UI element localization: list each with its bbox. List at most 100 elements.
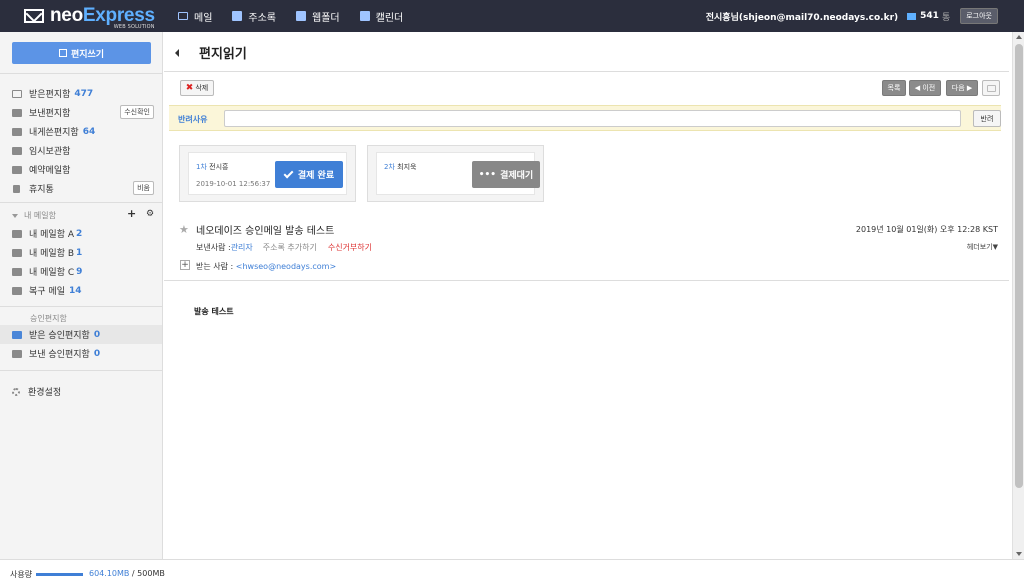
folder-icon <box>12 229 22 238</box>
sidebar-item-mybox-b[interactable]: 내 메일함 B 1 <box>0 243 162 262</box>
folder-count: 2 <box>76 228 83 239</box>
reject-reason-label: 반려사유 <box>178 115 208 124</box>
star-icon[interactable]: ★ <box>179 223 189 236</box>
mail-date: 2019년 10월 01일(화) 오후 12:28 KST <box>855 225 998 234</box>
logo-sub: WEB SOLUTION <box>113 24 155 30</box>
approval-section-title: 승인편지함 <box>30 314 67 323</box>
collapse-sidebar-icon[interactable] <box>175 49 179 57</box>
my-mailbox-header[interactable]: 내 메일함 <box>12 210 56 221</box>
folder-count: 1 <box>76 247 83 258</box>
header-view-toggle[interactable]: 헤더보기▼ <box>967 242 998 252</box>
sidebar-item-recovered[interactable]: 복구 메일 14 <box>0 281 162 300</box>
sidebar-item-approval-sent[interactable]: 보낸 승인편지함 0 <box>0 344 162 363</box>
usage-label: 사용량 <box>10 570 33 579</box>
page-title: 편지읽기 <box>199 47 247 62</box>
usage-total: / 500MB <box>129 569 165 578</box>
gear-icon[interactable]: ⚙ <box>146 209 154 219</box>
sidebar-item-approval-inbox[interactable]: 받은 승인편지함 0 <box>0 325 162 344</box>
topnav-label: 웹폴더 <box>312 12 340 24</box>
sender-label: 보낸사람 : <box>196 243 231 252</box>
sender-name[interactable]: 관리자 <box>231 242 253 253</box>
folder-icon <box>12 286 22 295</box>
usage-bar <box>36 573 83 576</box>
scroll-thumb[interactable] <box>1015 44 1023 488</box>
sidebar-item-drafts[interactable]: 임시보관함 <box>0 141 162 160</box>
approval-wait-button[interactable]: ••• 결제대기 <box>472 161 540 188</box>
divider <box>164 280 1009 281</box>
folder-icon <box>12 349 22 358</box>
sender-line: 보낸사람 : 관리자 주소록 추가하기 수신거부하기 <box>196 242 372 253</box>
logo-accent: Express <box>82 5 155 26</box>
divider <box>0 202 163 203</box>
scroll-down-icon[interactable] <box>1016 552 1022 556</box>
folder-count: 9 <box>76 266 83 277</box>
divider <box>0 73 163 74</box>
usage-used: 604.10MB <box>89 569 130 578</box>
delete-x-icon: ✖ <box>185 83 194 93</box>
read-receipt-button[interactable]: 수신확인 <box>120 105 154 119</box>
delete-button[interactable]: ✖ 삭제 <box>180 80 214 96</box>
scroll-up-icon[interactable] <box>1016 35 1022 39</box>
divider <box>0 306 163 307</box>
next-button[interactable]: 다음 ▶ <box>946 80 978 96</box>
recipient-line: 받는 사람 : <hwseo@neodays.com> <box>196 261 336 272</box>
folder-count: 477 <box>74 88 94 99</box>
approval-date: 2019-10-01 12:56:37 <box>196 180 271 188</box>
top-nav: 메일 주소록 웹폴더 캘린더 <box>178 0 423 32</box>
empty-trash-button[interactable]: 비움 <box>133 181 154 195</box>
mail-subject: 네오데이즈 승인메일 발송 테스트 <box>196 226 335 237</box>
topnav-webfolder[interactable]: 웹폴더 <box>296 0 340 32</box>
recipient-address[interactable]: <hwseo@neodays.com> <box>236 262 336 271</box>
envelope-icon <box>12 89 22 98</box>
sidebar-item-inbox[interactable]: 받은편지함 477 <box>0 84 162 103</box>
logout-button[interactable]: 로그아웃 <box>960 8 998 24</box>
app-logo[interactable]: neoExpress WEB SOLUTION <box>24 5 155 30</box>
compose-button[interactable]: 편지쓰기 <box>12 42 151 64</box>
prev-button[interactable]: ◀ 이전 <box>909 80 941 96</box>
footer: 사용량 604.10MB / 500MB <box>0 559 1024 587</box>
sidebar-item-settings[interactable]: 환경설정 <box>0 382 162 401</box>
topnav-label: 메일 <box>194 12 213 24</box>
calendar-icon <box>359 11 370 21</box>
sidebar-item-mybox-c[interactable]: 내 메일함 C 9 <box>0 262 162 281</box>
topnav-calendar[interactable]: 캘린더 <box>359 0 403 32</box>
usage-bar-fill <box>36 573 83 576</box>
user-name[interactable]: 전시흥님(shjeon@mail70.neodays.co.kr) <box>706 10 898 23</box>
mail-count[interactable]: 541 <box>920 11 939 21</box>
dots-icon: ••• <box>478 169 497 180</box>
settings-gear-icon <box>12 387 20 396</box>
top-bar: neoExpress WEB SOLUTION 메일 주소록 웹폴더 캘린더 전… <box>0 0 1024 32</box>
folder-count: 0 <box>93 348 101 359</box>
logo-envelope-icon <box>24 9 44 23</box>
approval-done-button[interactable]: 결제 완료 <box>275 161 343 188</box>
print-button[interactable] <box>982 80 1000 96</box>
divider <box>0 370 163 371</box>
folder-icon <box>12 127 22 136</box>
list-button[interactable]: 목록 <box>882 80 906 96</box>
folder-count: 14 <box>68 285 82 296</box>
vertical-scrollbar[interactable] <box>1012 32 1024 559</box>
folder-icon <box>12 146 22 155</box>
topnav-mail[interactable]: 메일 <box>178 0 212 32</box>
chevron-down-icon <box>12 213 18 218</box>
sidebar: 편지쓰기 받은편지함 477 보낸편지함 수신확인 내게쓴편지함 64 임시보관… <box>0 32 163 559</box>
add-folder-icon[interactable]: + <box>127 207 136 220</box>
trash-icon <box>13 184 20 193</box>
usage-text: 604.10MB / 500MB <box>89 569 165 578</box>
sidebar-item-scheduled[interactable]: 예약메일함 <box>0 160 162 179</box>
block-sender-link[interactable]: 수신거부하기 <box>328 242 372 253</box>
reject-button[interactable]: 반려 <box>973 110 1001 127</box>
topnav-address-book[interactable]: 주소록 <box>232 0 276 32</box>
folder-icon <box>12 267 22 276</box>
expand-recipients-icon[interactable]: + <box>180 260 190 270</box>
pen-icon <box>58 49 67 57</box>
folder-open-icon <box>12 330 22 339</box>
add-contact-link[interactable]: 주소록 추가하기 <box>263 242 317 253</box>
reject-reason-input[interactable] <box>224 110 961 127</box>
recipient-label: 받는 사람 : <box>196 262 236 271</box>
sidebar-item-mybox-a[interactable]: 내 메일함 A 2 <box>0 224 162 243</box>
sidebar-item-self[interactable]: 내게쓴편지함 64 <box>0 122 162 141</box>
mail-body: 발송 테스트 <box>194 307 234 316</box>
check-icon <box>283 168 294 178</box>
logo-main: neo <box>50 5 83 26</box>
